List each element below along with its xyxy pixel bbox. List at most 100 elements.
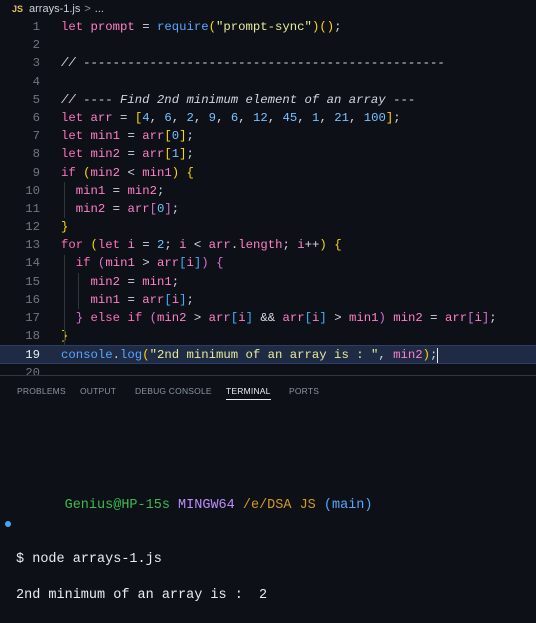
code-token: arr: [282, 311, 305, 325]
code-line[interactable]: 8 let min2 = arr[1];: [0, 145, 536, 163]
code-token: (: [90, 238, 98, 253]
code-line[interactable]: 20: [0, 364, 536, 375]
line-number: 9: [32, 165, 40, 180]
code-token: ,: [348, 110, 364, 125]
code-token: min2: [127, 183, 157, 198]
code-token: prompt: [90, 20, 135, 34]
breadcrumb-file[interactable]: arrays-1.js: [29, 3, 80, 15]
code-token: =: [120, 147, 143, 162]
code-token: i: [186, 256, 194, 271]
code-line[interactable]: 6 let arr = [4, 6, 2, 9, 6, 12, 45, 1, 21…: [0, 109, 536, 127]
code-line[interactable]: 5 // ---- Find 2nd minimum element of an …: [0, 91, 536, 109]
code-line[interactable]: 13 for (let i = 2; i < arr.length; i++) {: [0, 236, 536, 254]
line-number: 8: [32, 147, 40, 162]
line-number: 10: [25, 183, 40, 198]
terminal-host: MINGW64: [178, 498, 235, 513]
code-token: let: [61, 110, 84, 125]
code-line[interactable]: 19 console.log("2nd minimum of an array i…: [0, 345, 536, 364]
code-editor[interactable]: 1 let prompt = require("prompt-sync")(); 2…: [0, 18, 536, 375]
code-token: "2nd minimum of an array is : ": [149, 348, 379, 363]
code-line[interactable]: 18}: [0, 327, 536, 345]
code-token: ;: [393, 110, 401, 125]
code-token: [: [179, 256, 187, 271]
code-token: }: [61, 220, 69, 235]
code-token: require: [156, 20, 209, 34]
tab-debug-console[interactable]: DEBUG CONSOLE: [135, 386, 212, 396]
code-text: }: [61, 218, 68, 236]
code-line[interactable]: 17 } else if (min2 > arr[i] && arr[i] > …: [0, 309, 536, 327]
code-token: [: [164, 129, 172, 144]
code-token: ]: [164, 201, 172, 216]
code-line[interactable]: 4: [0, 73, 536, 91]
code-token: let: [61, 129, 84, 144]
code-text: let min2 = arr[1];: [61, 145, 194, 163]
code-token: 21: [334, 110, 349, 125]
code-token: min2: [156, 311, 187, 325]
tab-output[interactable]: OUTPUT: [80, 386, 116, 396]
command-status-dot-icon[interactable]: [5, 521, 11, 527]
code-line[interactable]: 15 min2 = min1;: [0, 273, 536, 291]
code-line[interactable]: 2: [0, 36, 536, 54]
code-line[interactable]: 12}: [0, 218, 536, 236]
code-line[interactable]: 10 min1 = min2;: [0, 182, 536, 200]
code-line[interactable]: 16 min1 = arr[i];: [0, 291, 536, 309]
terminal[interactable]: Genius@HP-15s MINGW64 /e/DSA JS (main) $…: [0, 425, 536, 605]
code-token: min1: [348, 311, 379, 325]
indent-guide: [64, 181, 65, 219]
line-number: 18: [25, 329, 40, 344]
code-token: ;: [171, 274, 180, 289]
code-token: <: [186, 238, 209, 253]
tab-problems[interactable]: PROBLEMS: [17, 386, 66, 396]
line-number: 16: [25, 292, 40, 307]
code-token: =: [422, 311, 445, 325]
code-line[interactable]: 11 min2 = arr[0];: [0, 200, 536, 218]
code-line[interactable]: 14 if (min1 > arr[i]) {: [0, 254, 536, 272]
code-token: &&: [252, 311, 283, 325]
code-token: ,: [297, 110, 313, 125]
code-token: i: [179, 238, 187, 253]
line-number: 6: [32, 110, 40, 125]
code-token: 100: [363, 110, 386, 125]
code-token: min2: [90, 147, 121, 162]
code-token: min1: [90, 292, 121, 307]
code-token: {: [186, 165, 194, 180]
code-token: ;: [334, 20, 342, 34]
code-token: =: [112, 110, 135, 125]
code-line[interactable]: 9 if (min2 < min1) {: [0, 164, 536, 182]
code-token: min2: [393, 311, 423, 325]
code-text: if (min2 < min1) {: [61, 164, 194, 182]
code-token: else if: [90, 311, 143, 325]
breadcrumb-ellipsis[interactable]: ...: [95, 3, 104, 15]
line-number: 3: [32, 56, 40, 71]
code-token: arr: [156, 256, 180, 271]
code-token: ;: [186, 129, 194, 144]
line-number: 19: [25, 348, 40, 363]
code-token: ;: [186, 147, 194, 162]
terminal-prompt-symbol: $: [16, 552, 25, 567]
code-token: arr: [208, 311, 231, 325]
code-line[interactable]: 7 let min1 = arr[0];: [0, 127, 536, 145]
code-token: ;: [156, 183, 165, 198]
tab-terminal[interactable]: TERMINAL: [226, 386, 271, 400]
code-token: arr: [142, 147, 165, 162]
code-token: =: [120, 129, 143, 144]
code-token: ;: [282, 238, 298, 253]
code-token: >: [186, 311, 209, 325]
code-token: console: [61, 348, 113, 363]
code-token: [: [164, 147, 172, 162]
code-token: (: [83, 165, 91, 180]
tab-ports[interactable]: PORTS: [289, 386, 319, 396]
code-line[interactable]: 3 // ------------------------------------…: [0, 54, 536, 72]
code-token: >: [326, 311, 349, 325]
code-token: =: [105, 183, 128, 198]
terminal-command-line: $ node arrays-1.js: [0, 515, 536, 567]
code-token: ): [378, 311, 386, 325]
code-token: =: [134, 238, 157, 253]
code-token: ,: [378, 348, 394, 363]
code-token: ): [319, 238, 327, 253]
terminal-command: node arrays-1.js: [32, 552, 162, 567]
code-line[interactable]: 1 let prompt = require("prompt-sync")();: [0, 18, 536, 36]
